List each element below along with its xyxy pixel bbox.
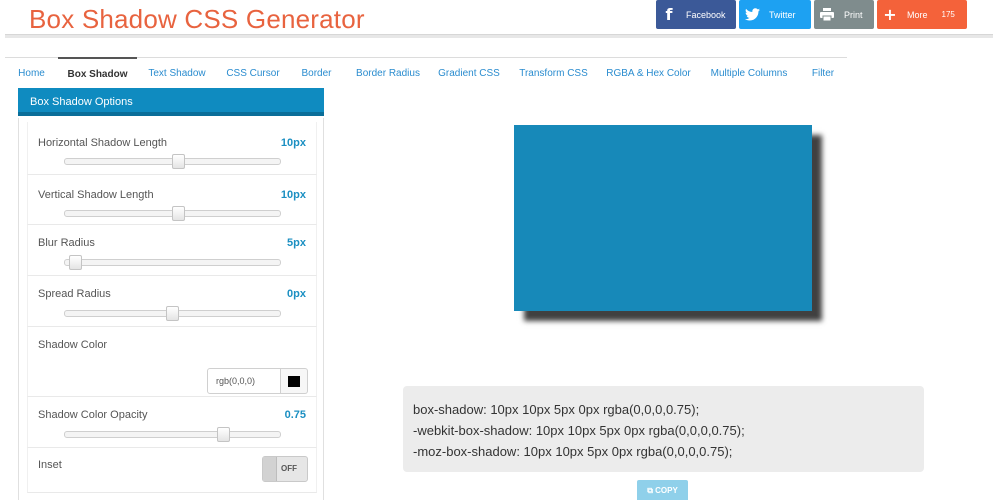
blur-radius-option: Blur Radius 5px xyxy=(27,225,317,276)
tab-border-radius[interactable]: Border Radius xyxy=(344,58,432,89)
share-count: 175 xyxy=(941,10,955,19)
shadow-opacity-option: Shadow Color Opacity 0.75 xyxy=(27,397,317,448)
css-webkit-box-shadow-line: -webkit-box-shadow: 10px 10px 5px 0px rg… xyxy=(413,423,745,438)
inset-label: Inset xyxy=(38,459,62,471)
inset-option: Inset OFF xyxy=(27,448,317,493)
inset-toggle-knob xyxy=(263,457,277,481)
vertical-shadow-slider-handle[interactable] xyxy=(172,206,185,221)
share-bar: f Facebook Twitter Print + More 175 xyxy=(656,0,967,29)
facebook-share-label: Facebook xyxy=(686,9,726,20)
tool-tabs: Home Box Shadow Text Shadow CSS Cursor B… xyxy=(5,57,847,89)
shadow-color-input[interactable]: rgb(0,0,0) xyxy=(207,368,281,394)
tab-border[interactable]: Border xyxy=(289,58,344,89)
tab-filter[interactable]: Filter xyxy=(802,58,844,89)
copy-button-label: COPY xyxy=(655,486,678,495)
copy-button[interactable]: ⧉ COPY xyxy=(637,480,688,500)
site-title: Box Shadow CSS Generator xyxy=(29,4,365,34)
css-moz-box-shadow-line: -moz-box-shadow: 10px 10px 5px 0px rgba(… xyxy=(413,444,733,459)
more-share-button[interactable]: + More 175 xyxy=(877,0,967,29)
blur-radius-slider[interactable] xyxy=(64,255,281,270)
inset-toggle-state: OFF xyxy=(281,464,297,473)
spread-radius-option: Spread Radius 0px xyxy=(27,276,317,327)
blur-radius-slider-handle[interactable] xyxy=(69,255,82,270)
spread-radius-slider[interactable] xyxy=(64,306,281,321)
horizontal-shadow-slider[interactable] xyxy=(64,154,281,169)
tab-home[interactable]: Home xyxy=(5,58,58,89)
twitter-share-button[interactable]: Twitter xyxy=(739,0,811,29)
blur-radius-value: 5px xyxy=(287,237,306,249)
twitter-share-label: Twitter xyxy=(769,9,796,20)
tab-gradient-css[interactable]: Gradient CSS xyxy=(432,58,506,89)
shadow-color-label: Shadow Color xyxy=(38,339,108,351)
options-list: Horizontal Shadow Length 10px Vertical S… xyxy=(18,118,324,500)
plus-icon: + xyxy=(883,5,897,24)
panel-title: Box Shadow Options xyxy=(18,88,324,116)
tab-multiple-columns[interactable]: Multiple Columns xyxy=(696,58,802,89)
box-shadow-options-panel: Box Shadow Options Horizontal Shadow Len… xyxy=(18,88,324,500)
horizontal-shadow-slider-handle[interactable] xyxy=(172,154,185,169)
shadow-opacity-slider-handle[interactable] xyxy=(217,427,230,442)
vertical-shadow-option: Vertical Shadow Length 10px xyxy=(27,175,317,225)
tab-transform-css[interactable]: Transform CSS xyxy=(506,58,601,89)
shadow-color-option: Shadow Color rgb(0,0,0) xyxy=(27,327,317,397)
shadow-color-swatch xyxy=(288,376,300,387)
vertical-shadow-label: Vertical Shadow Length xyxy=(38,189,154,201)
spread-radius-slider-handle[interactable] xyxy=(166,306,179,321)
shadow-opacity-slider[interactable] xyxy=(64,427,281,442)
spread-radius-label: Spread Radius xyxy=(38,288,111,300)
vertical-shadow-value: 10px xyxy=(280,189,306,201)
vertical-shadow-slider[interactable] xyxy=(64,206,281,221)
spread-radius-value: 0px xyxy=(287,288,306,300)
horizontal-shadow-value: 10px xyxy=(280,137,306,149)
shadow-preview-box xyxy=(514,125,812,311)
shadow-color-picker[interactable] xyxy=(281,368,308,394)
blur-radius-label: Blur Radius xyxy=(38,237,95,249)
shadow-opacity-label: Shadow Color Opacity xyxy=(38,409,148,421)
header-divider xyxy=(5,34,993,38)
facebook-icon: f xyxy=(665,5,673,24)
facebook-share-button[interactable]: f Facebook xyxy=(656,0,736,29)
twitter-icon xyxy=(739,0,765,29)
more-share-label: More xyxy=(907,9,928,20)
print-icon xyxy=(814,0,840,29)
print-label: Print xyxy=(844,9,863,20)
horizontal-shadow-label: Horizontal Shadow Length xyxy=(38,137,168,149)
tab-rgba-hex-color[interactable]: RGBA & Hex Color xyxy=(601,58,696,89)
tab-box-shadow[interactable]: Box Shadow xyxy=(58,57,137,88)
print-button[interactable]: Print xyxy=(814,0,874,29)
css-box-shadow-line: box-shadow: 10px 10px 5px 0px rgba(0,0,0… xyxy=(413,402,700,417)
tab-text-shadow[interactable]: Text Shadow xyxy=(137,58,217,89)
copy-icon: ⧉ xyxy=(647,486,653,495)
css-output[interactable]: box-shadow: 10px 10px 5px 0px rgba(0,0,0… xyxy=(403,386,924,472)
inset-toggle[interactable]: OFF xyxy=(262,456,308,482)
shadow-opacity-value: 0.75 xyxy=(284,409,306,421)
tab-css-cursor[interactable]: CSS Cursor xyxy=(217,58,289,89)
horizontal-shadow-option: Horizontal Shadow Length 10px xyxy=(27,122,317,175)
